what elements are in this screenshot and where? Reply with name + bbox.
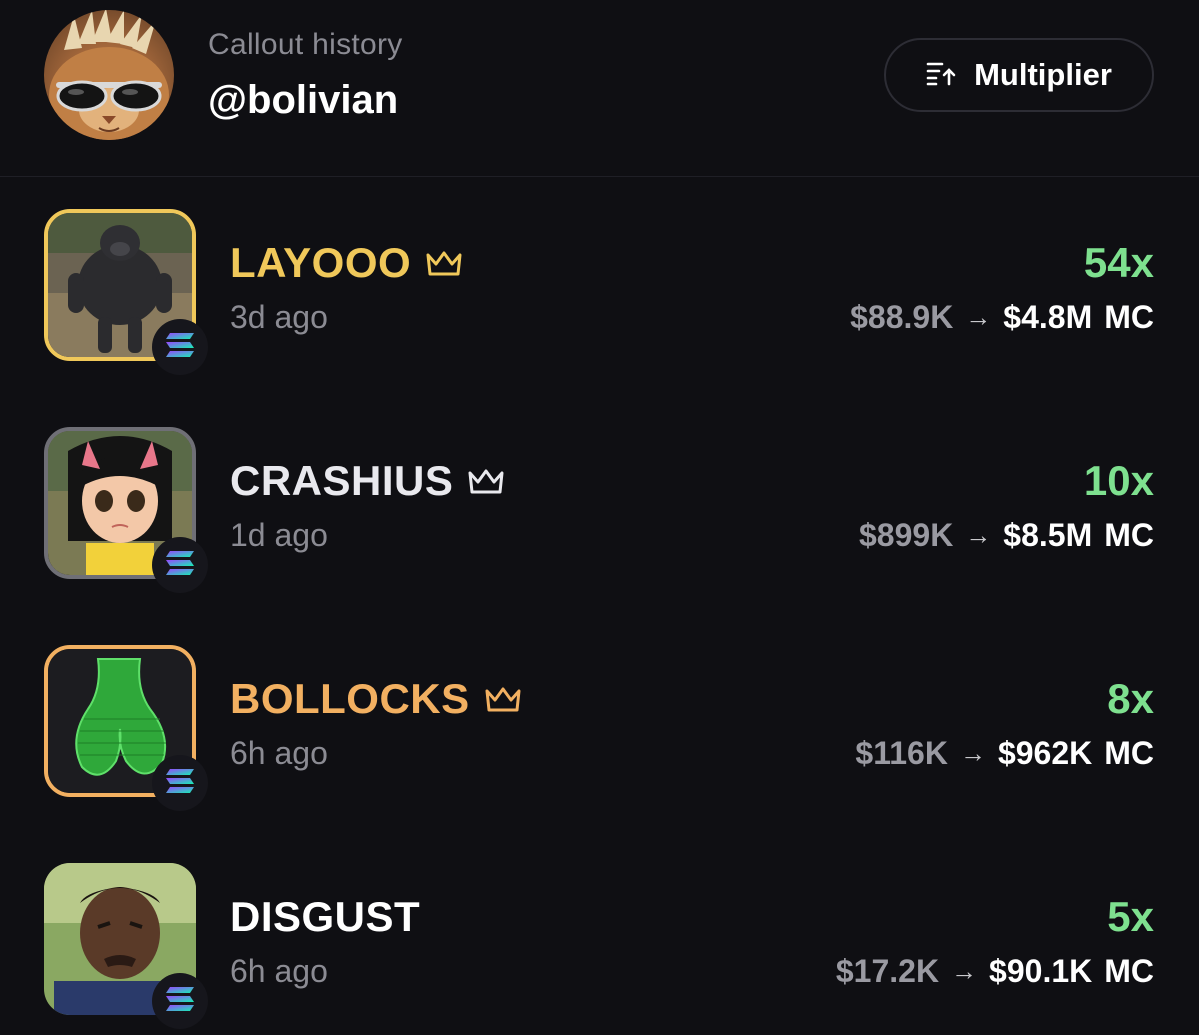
arrow-right-icon: → [951, 956, 978, 986]
multiplier-value: 10x [1083, 457, 1154, 504]
mc-from: $88.9K [850, 299, 954, 335]
solana-chain-badge [152, 319, 208, 375]
arrow-right-icon: → [965, 302, 992, 332]
page-subtitle: Callout history [208, 28, 403, 61]
profile-header: Callout history @bolivian Multiplier [0, 0, 1199, 177]
mc-from: $17.2K [835, 953, 940, 989]
crown-icon [484, 675, 522, 723]
mc-from: $116K [855, 735, 948, 771]
mc-unit: MC [1104, 517, 1154, 553]
callout-time: 6h ago [230, 735, 328, 771]
callout-row[interactable]: CRASHIUS 1d ago 10x $899K → $8.5M MC [0, 427, 1199, 593]
callout-time: 6h ago [230, 953, 328, 989]
crown-icon [425, 239, 463, 287]
token-name: CRASHIUS [230, 457, 454, 504]
arrow-right-icon: → [959, 738, 986, 768]
callout-row[interactable]: BOLLOCKS 6h ago 8x $116K → $962K MC [0, 645, 1199, 811]
sort-button-label: Multiplier [974, 57, 1112, 92]
crown-icon [467, 457, 505, 505]
market-cap-change: $88.9K → $4.8M MC [850, 299, 1154, 336]
token-name: LAYOOO [230, 239, 412, 286]
multiplier-value: 54x [1083, 239, 1154, 286]
market-cap-change: $899K → $8.5M MC [859, 517, 1154, 554]
mc-unit: MC [1104, 953, 1154, 989]
market-cap-change: $116K → $962K MC [855, 735, 1154, 772]
solana-chain-badge [152, 755, 208, 811]
user-avatar[interactable] [44, 10, 174, 140]
mc-to: $962K [997, 735, 1093, 771]
arrow-right-icon: → [965, 520, 992, 550]
multiplier-value: 5x [1107, 893, 1154, 940]
mc-from: $899K [859, 517, 954, 553]
solana-chain-badge [152, 973, 208, 1029]
sort-ascending-icon [926, 60, 956, 91]
mc-unit: MC [1104, 299, 1154, 335]
solana-chain-badge [152, 537, 208, 593]
callout-row[interactable]: LAYOOO 3d ago 54x $88.9K → $4.8M MC [0, 209, 1199, 375]
token-name-line: LAYOOO [230, 239, 463, 287]
mc-to: $8.5M [1003, 517, 1093, 553]
mc-to: $4.8M [1003, 299, 1093, 335]
username-title: @bolivian [208, 78, 399, 122]
mc-unit: MC [1104, 735, 1154, 771]
multiplier-value: 8x [1107, 675, 1154, 722]
sort-multiplier-button[interactable]: Multiplier [884, 38, 1154, 112]
solana-icon [165, 332, 195, 363]
token-name: BOLLOCKS [230, 675, 470, 722]
token-name-line: DISGUST [230, 893, 420, 941]
token-name: DISGUST [230, 893, 421, 940]
callout-time: 1d ago [230, 517, 328, 553]
token-name-line: CRASHIUS [230, 457, 505, 505]
solana-icon [165, 986, 195, 1017]
callout-time: 3d ago [230, 299, 328, 335]
mc-to: $90.1K [989, 953, 1093, 989]
token-name-line: BOLLOCKS [230, 675, 522, 723]
solana-icon [165, 550, 195, 581]
market-cap-change: $17.2K → $90.1K MC [836, 953, 1154, 990]
solana-icon [165, 768, 195, 799]
callout-row[interactable]: DISGUST 6h ago 5x $17.2K → $90.1K MC [0, 863, 1199, 1029]
